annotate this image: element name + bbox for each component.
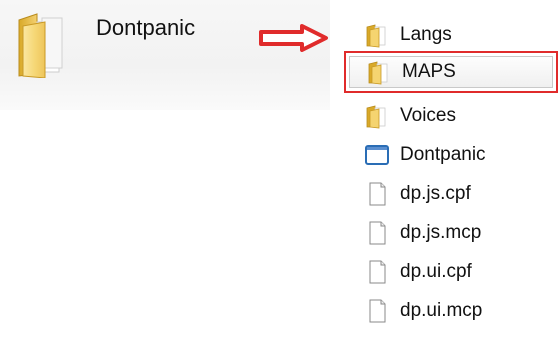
- folder-icon: [364, 103, 390, 129]
- blank-file-icon: [364, 259, 390, 285]
- file-row-dp-js-mcp[interactable]: dp.js.mcp: [352, 214, 560, 252]
- file-label: dp.ui.mcp: [400, 300, 483, 321]
- folder-icon[interactable]: [15, 12, 67, 79]
- folder-icon: [366, 59, 392, 85]
- file-row-dp-ui-mcp[interactable]: dp.ui.mcp: [352, 292, 560, 330]
- file-label: dp.js.cpf: [400, 183, 471, 204]
- file-row-maps[interactable]: MAPS: [344, 51, 558, 93]
- blank-file-icon: [364, 298, 390, 324]
- parent-folder-name[interactable]: Dontpanic: [96, 15, 195, 41]
- file-label: dp.js.mcp: [400, 222, 482, 243]
- blank-file-icon: [364, 181, 390, 207]
- file-label: dp.ui.cpf: [400, 261, 472, 282]
- blank-file-icon: [364, 220, 390, 246]
- file-row-dp-js-cpf[interactable]: dp.js.cpf: [352, 175, 560, 213]
- parent-folder-panel: Dontpanic: [0, 0, 330, 110]
- file-row-dp-ui-cpf[interactable]: dp.ui.cpf: [352, 253, 560, 291]
- file-label: MAPS: [402, 61, 456, 82]
- folder-icon: [364, 22, 390, 48]
- file-row-voices[interactable]: Voices: [352, 97, 560, 135]
- file-label: Dontpanic: [400, 144, 486, 165]
- file-row-langs[interactable]: Langs: [352, 16, 560, 54]
- folder-contents-list: Langs MAPS Voices Dontpanic dp.js.cpf dp…: [344, 0, 560, 346]
- file-row-dontpanic-app[interactable]: Dontpanic: [352, 136, 560, 174]
- file-label: Voices: [400, 105, 456, 126]
- arrow-right-icon: [258, 24, 330, 52]
- file-label: Langs: [400, 24, 452, 45]
- application-window-icon: [364, 142, 390, 168]
